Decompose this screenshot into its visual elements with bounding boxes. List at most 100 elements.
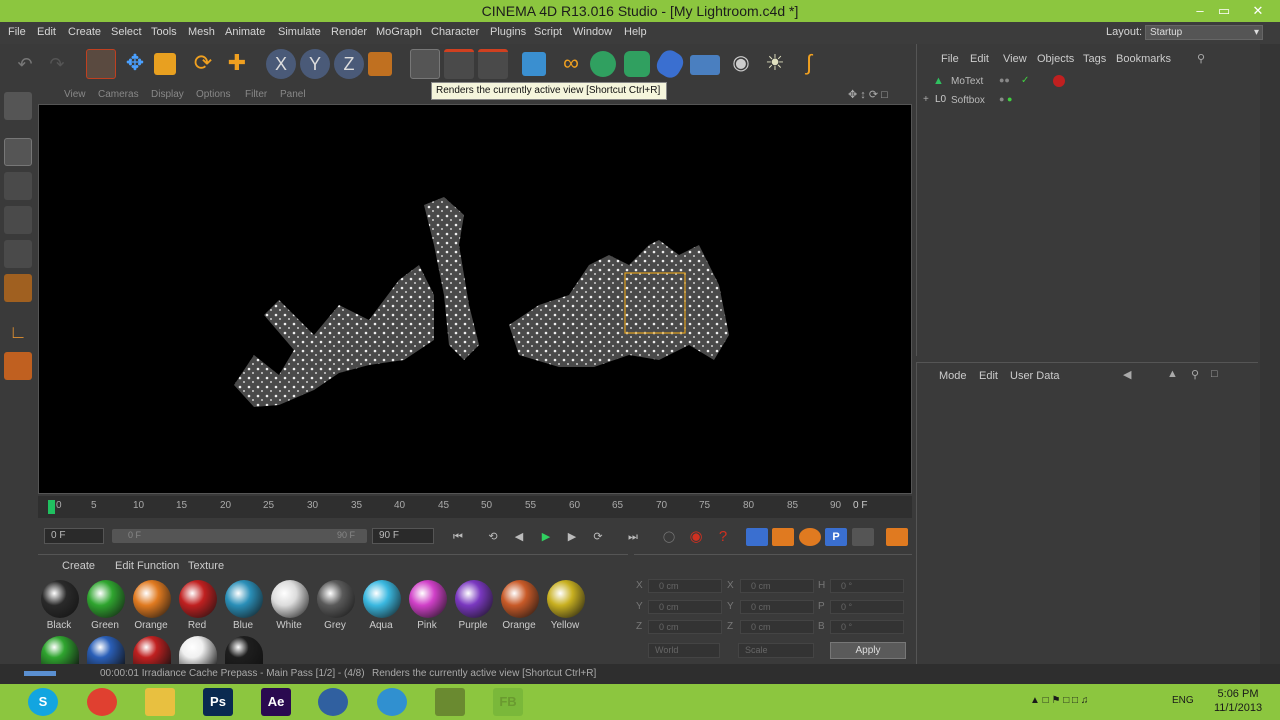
tweak-mode-icon[interactable] <box>4 352 32 380</box>
play-icon[interactable]: ▶ <box>535 528 557 546</box>
system-clock[interactable]: 5:06 PM 11/1/2013 <box>1196 687 1280 715</box>
end-frame-field[interactable]: 90 F <box>372 528 434 544</box>
menu-plugins[interactable]: Plugins <box>490 26 526 38</box>
coordinate-field[interactable]: 0 ° <box>830 620 904 634</box>
floor-icon[interactable] <box>690 55 720 75</box>
material-swatch[interactable] <box>409 580 447 618</box>
material-swatch[interactable] <box>271 580 309 618</box>
menu-tools[interactable]: Tools <box>151 26 177 38</box>
material-menu-edit[interactable]: Edit <box>115 560 134 572</box>
back-arrow-icon[interactable]: ◀ <box>1123 368 1131 381</box>
render-picture-viewer-icon[interactable] <box>444 49 474 79</box>
material-swatch[interactable] <box>363 580 401 618</box>
material-swatch[interactable] <box>317 580 355 618</box>
workplane-icon[interactable] <box>4 206 32 234</box>
keyframe-selection-icon[interactable]: ? <box>712 528 734 546</box>
file-explorer-icon[interactable] <box>145 688 175 716</box>
y-axis-lock-icon[interactable]: Y <box>300 49 330 79</box>
menu-render[interactable]: Render <box>331 26 367 38</box>
viewport-3d[interactable] <box>38 104 912 494</box>
objects-menu-file[interactable]: File <box>941 53 959 65</box>
nurbs-icon[interactable] <box>590 51 616 77</box>
go-to-start-icon[interactable]: ⏮ <box>447 528 469 546</box>
material-tag-icon[interactable] <box>1053 75 1065 87</box>
live-selection-icon[interactable] <box>86 49 116 79</box>
objects-menu-bookmarks[interactable]: Bookmarks <box>1116 53 1171 65</box>
z-axis-lock-icon[interactable]: Z <box>334 49 364 79</box>
material-menu-texture[interactable]: Texture <box>188 560 224 572</box>
object-row-softbox[interactable]: + L0 Softbox ● ● <box>923 93 1253 111</box>
step-forward-icon[interactable]: ⟳ <box>587 528 609 546</box>
after-effects-icon[interactable]: Ae <box>261 688 291 716</box>
viewport-menu-cameras[interactable]: Cameras <box>98 89 139 100</box>
objects-menu-edit[interactable]: Edit <box>970 53 989 65</box>
coordinate-field[interactable]: 0 cm <box>740 620 814 634</box>
visibility-dots[interactable]: ● ● <box>999 94 1012 104</box>
attributes-menu-edit[interactable]: Edit <box>979 370 998 382</box>
menu-window[interactable]: Window <box>573 26 612 38</box>
key-rotation-icon[interactable] <box>799 528 821 546</box>
objects-menu-objects[interactable]: Objects <box>1037 53 1074 65</box>
search-icon[interactable]: ⚲ <box>1197 52 1205 65</box>
light-icon[interactable]: ☀ <box>760 49 790 79</box>
up-arrow-icon[interactable]: ▲ <box>1167 368 1178 380</box>
material-swatch[interactable] <box>179 580 217 618</box>
coordinate-field[interactable]: 0 cm <box>648 600 722 614</box>
attributes-menu-mode[interactable]: Mode <box>939 370 967 382</box>
menu-edit[interactable]: Edit <box>37 26 56 38</box>
menu-character[interactable]: Character <box>431 26 479 38</box>
expand-icon[interactable]: + <box>923 94 929 105</box>
key-parameter-icon[interactable]: P <box>825 528 847 546</box>
make-editable-icon[interactable] <box>4 92 32 120</box>
timeline-ruler[interactable]: 0 5 10 15 20 25 30 35 40 45 50 55 60 65 … <box>38 496 912 518</box>
layout-select[interactable]: Startup ▾ <box>1145 25 1263 40</box>
photoshop-icon[interactable]: Ps <box>203 688 233 716</box>
viewport-menu-panel[interactable]: Panel <box>280 89 306 100</box>
move-icon[interactable]: ✥ <box>120 49 150 79</box>
viewport-menu-filter[interactable]: Filter <box>245 89 267 100</box>
axis-mode-icon[interactable]: ∟ <box>4 318 32 346</box>
coordinate-field[interactable]: 0 ° <box>830 600 904 614</box>
language-indicator[interactable]: ENG <box>1172 695 1194 706</box>
object-row-motext[interactable]: ▲ MoText ●● ✓ <box>923 74 1253 92</box>
chrome-icon[interactable] <box>87 688 117 716</box>
coordinate-field[interactable]: 0 cm <box>740 579 814 593</box>
close-button[interactable]: ✕ <box>1244 0 1272 22</box>
start-frame-field[interactable]: 0 F <box>44 528 104 544</box>
array-icon[interactable] <box>624 51 650 77</box>
material-menu-function[interactable]: Function <box>137 560 179 572</box>
material-swatch[interactable] <box>41 580 79 618</box>
viewport-menu-options[interactable]: Options <box>196 89 230 100</box>
lock-icon[interactable]: □ <box>1211 368 1218 380</box>
material-swatch[interactable] <box>501 580 539 618</box>
render-view-icon[interactable] <box>410 49 440 79</box>
menu-script[interactable]: Script <box>534 26 562 38</box>
material-swatch[interactable] <box>133 580 171 618</box>
frame-range-slider[interactable]: 0 F 90 F <box>112 529 367 543</box>
menu-file[interactable]: File <box>8 26 26 38</box>
cinema4d-icon[interactable] <box>318 688 348 716</box>
coordinate-system-icon[interactable] <box>368 52 392 76</box>
autokey-icon[interactable]: ◉ <box>685 528 707 546</box>
texture-mode-icon[interactable] <box>4 172 32 200</box>
attributes-menu-user-data[interactable]: User Data <box>1010 370 1060 382</box>
menu-mograph[interactable]: MoGraph <box>376 26 422 38</box>
menu-select[interactable]: Select <box>111 26 142 38</box>
objects-menu-tags[interactable]: Tags <box>1083 53 1106 65</box>
menu-help[interactable]: Help <box>624 26 647 38</box>
search-icon[interactable]: ⚲ <box>1191 368 1199 381</box>
rotate-icon[interactable]: ⟳ <box>188 49 218 79</box>
menu-create[interactable]: Create <box>68 26 101 38</box>
viewport-menu-display[interactable]: Display <box>151 89 184 100</box>
cube-icon[interactable] <box>522 52 546 76</box>
menu-simulate[interactable]: Simulate <box>278 26 321 38</box>
undo-icon[interactable]: ↶ <box>10 49 40 79</box>
step-back-icon[interactable]: ⟲ <box>482 528 504 546</box>
timeline-window-icon[interactable] <box>886 528 908 546</box>
skype-icon[interactable]: S <box>28 688 58 716</box>
minecraft-icon[interactable] <box>435 688 465 716</box>
material-swatch[interactable] <box>87 580 125 618</box>
timeline-playhead[interactable] <box>48 500 55 514</box>
x-axis-lock-icon[interactable]: X <box>266 49 296 79</box>
restore-button[interactable]: ▭ <box>1210 0 1238 22</box>
